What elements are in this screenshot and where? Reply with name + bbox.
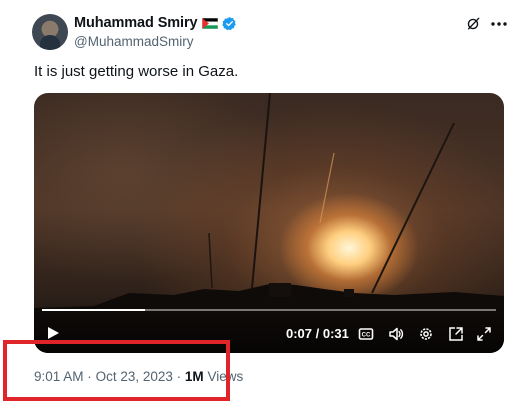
captions-icon[interactable]: CC xyxy=(358,326,374,342)
author-handle[interactable]: @MuhammadSmiry xyxy=(74,34,193,49)
progress-fill xyxy=(42,309,145,311)
progress-bar[interactable] xyxy=(42,309,496,311)
tweet-text: It is just getting worse in Gaza. xyxy=(34,63,239,80)
settings-icon[interactable] xyxy=(418,326,434,342)
svg-text:CC: CC xyxy=(362,333,371,339)
more-icon[interactable] xyxy=(490,21,508,27)
palestine-flag-icon xyxy=(201,17,218,29)
video-player[interactable]: 0:07 / 0:31 CC xyxy=(34,93,504,353)
verified-badge-icon[interactable] xyxy=(221,16,237,31)
fullscreen-icon[interactable] xyxy=(476,326,492,342)
video-time: 0:07 / 0:31 xyxy=(286,326,349,341)
display-name[interactable]: Muhammad Smiry xyxy=(74,15,198,31)
pop-out-icon[interactable] xyxy=(448,326,464,342)
play-icon[interactable] xyxy=(46,326,60,340)
highlight-annotation-box xyxy=(3,340,230,401)
author-name-row: Muhammad Smiry xyxy=(74,15,237,31)
avatar[interactable] xyxy=(32,14,68,50)
volume-icon[interactable] xyxy=(388,326,404,342)
tweet: Muhammad Smiry @MuhammadSmiry It is just… xyxy=(0,0,518,406)
grok-icon[interactable] xyxy=(466,17,480,31)
